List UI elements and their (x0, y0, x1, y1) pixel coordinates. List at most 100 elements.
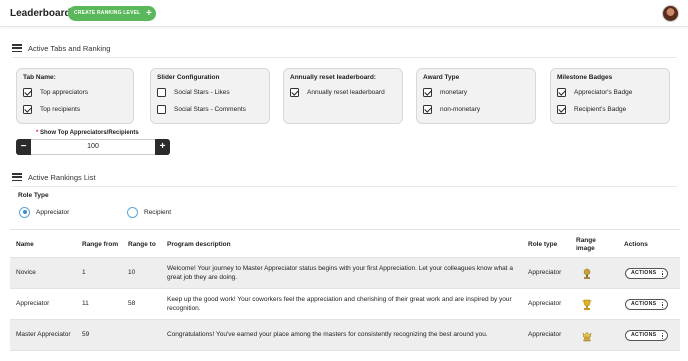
cell-actions: ACTIONS (625, 258, 668, 289)
box-title: Annually reset leaderboard: (290, 74, 376, 81)
checkbox-label: Top appreciators (40, 88, 89, 96)
cell-role-type: Appreciator (528, 269, 562, 277)
col-name: Name (16, 240, 34, 248)
checkbox-label: Recipient's Badge (574, 105, 627, 113)
radio-selected-icon[interactable] (19, 206, 30, 218)
checkbox-label: Appreciator's Badge (574, 88, 633, 96)
kebab-menu-icon (661, 332, 663, 339)
actions-label: ACTIONS (631, 332, 657, 339)
radio-appreciator[interactable]: Appreciator (19, 206, 69, 218)
award-type-box: Award Type monetary non-monetary (416, 68, 536, 124)
checkbox-non-monetary[interactable]: non-monetary (423, 104, 529, 114)
box-title: Milestone Badges (557, 74, 613, 81)
crown-trophy-icon (582, 331, 592, 341)
section-title: Active Tabs and Ranking (28, 43, 111, 53)
checkbox-checked-icon[interactable] (423, 104, 432, 114)
cell-role-type: Appreciator (528, 300, 562, 308)
top-bar: Leaderboard CREATE RANKING LEVEL + (0, 0, 688, 27)
cell-range-from: 59 (82, 331, 90, 339)
cell-range-image (581, 258, 593, 289)
cell-role-type: Appreciator (528, 331, 562, 339)
tab-name-box: Tab Name: Top appreciators Top recipient… (16, 68, 134, 124)
checkbox-label: Top recipients (40, 105, 81, 113)
create-button-label: CREATE RANKING LEVEL (74, 10, 141, 16)
checkbox-monetary[interactable]: monetary (423, 87, 529, 97)
gold-trophy-icon (582, 299, 592, 310)
checkbox-checked-icon[interactable] (23, 87, 32, 97)
table-header: Name Range from Range to Program descrip… (10, 229, 680, 258)
checkbox-label: Social Stars - Comments (174, 105, 246, 113)
checkbox-top-appreciators[interactable]: Top appreciators (23, 87, 127, 97)
cell-description: Welcome! Your journey to Master Apprecia… (167, 265, 514, 281)
checkbox-unchecked-icon[interactable] (157, 104, 166, 114)
rankings-table: Name Range from Range to Program descrip… (10, 229, 680, 351)
cell-name: Appreciator (16, 300, 50, 308)
box-title: Slider Configuration (157, 74, 220, 81)
cell-range-from: 11 (82, 300, 89, 308)
cell-range-image (581, 320, 593, 351)
checkbox-label: Annually reset leaderboard (307, 88, 385, 96)
show-top-label: * Show Top Appreciators/Recipients (36, 130, 139, 136)
radio-unselected-icon[interactable] (127, 206, 138, 218)
col-range-from: Range from (82, 240, 119, 248)
page-title: Leaderboard (10, 8, 71, 19)
avatar[interactable] (662, 5, 679, 22)
table-row: Master Appreciator 59 Congratulations! Y… (10, 320, 680, 351)
section-active-rankings-heading: Active Rankings List (12, 171, 96, 183)
show-top-stepper: − 100 + (16, 139, 170, 155)
required-mark: * (36, 130, 39, 136)
col-description: Program description (167, 240, 231, 248)
increment-button[interactable]: + (155, 139, 170, 155)
box-title: Tab Name: (23, 74, 56, 81)
slider-configuration-box: Slider Configuration Social Stars - Like… (150, 68, 270, 124)
cell-name: Master Appreciator (16, 331, 71, 339)
checkbox-social-stars-likes[interactable]: Social Stars - Likes (157, 87, 263, 97)
checkbox-label: Social Stars - Likes (174, 88, 230, 96)
checkbox-unchecked-icon[interactable] (157, 87, 166, 97)
settings-sliders-icon (12, 44, 22, 52)
checkbox-appreciators-badge[interactable]: Appreciator's Badge (557, 87, 663, 97)
checkbox-social-stars-comments[interactable]: Social Stars - Comments (157, 104, 263, 114)
checkbox-annually-reset[interactable]: Annually reset leaderboard (290, 87, 396, 97)
actions-button[interactable]: ACTIONS (625, 299, 668, 310)
annual-reset-box: Annually reset leaderboard: Annually res… (283, 68, 403, 124)
col-role-type: Role type (528, 240, 558, 248)
col-range-image: Range image (576, 236, 596, 252)
checkbox-recipients-badge[interactable]: Recipient's Badge (557, 104, 663, 114)
actions-label: ACTIONS (631, 301, 657, 308)
cell-name: Novice (16, 269, 36, 277)
settings-sliders-icon (12, 173, 22, 181)
col-actions: Actions (624, 240, 648, 248)
plus-icon: + (145, 8, 152, 19)
checkbox-top-recipients[interactable]: Top recipients (23, 104, 127, 114)
actions-button[interactable]: ACTIONS (625, 330, 668, 341)
table-row: Novice 1 10 Welcome! Your journey to Mas… (10, 258, 680, 289)
checkbox-checked-icon[interactable] (557, 87, 566, 97)
decrement-button[interactable]: − (16, 139, 31, 155)
radio-recipient[interactable]: Recipient (127, 206, 171, 218)
divider (12, 186, 677, 187)
bronze-trophy-icon (583, 268, 591, 279)
checkbox-checked-icon[interactable] (23, 104, 32, 114)
cell-range-from: 1 (82, 269, 86, 277)
checkbox-checked-icon[interactable] (557, 104, 566, 114)
radio-label: Appreciator (36, 208, 70, 216)
cell-range-to: 58 (128, 300, 136, 308)
radio-label: Recipient (144, 208, 172, 216)
role-type-label: Role Type (18, 192, 49, 199)
show-top-value[interactable]: 100 (32, 140, 154, 154)
actions-label: ACTIONS (631, 270, 657, 277)
cell-range-to: 10 (128, 269, 136, 277)
cell-description: Keep up the good work! Your coworkers fe… (167, 296, 512, 312)
checkbox-checked-icon[interactable] (290, 87, 299, 97)
divider (12, 57, 677, 58)
cell-actions: ACTIONS (625, 289, 668, 320)
checkbox-checked-icon[interactable] (423, 87, 432, 97)
kebab-menu-icon (661, 301, 663, 308)
actions-button[interactable]: ACTIONS (625, 268, 668, 279)
section-title: Active Rankings List (28, 172, 96, 182)
table-row: Appreciator 11 58 Keep up the good work!… (10, 289, 680, 320)
create-ranking-level-button[interactable]: CREATE RANKING LEVEL + (68, 6, 156, 21)
cell-range-image (581, 289, 593, 320)
box-title: Award Type (423, 74, 460, 81)
